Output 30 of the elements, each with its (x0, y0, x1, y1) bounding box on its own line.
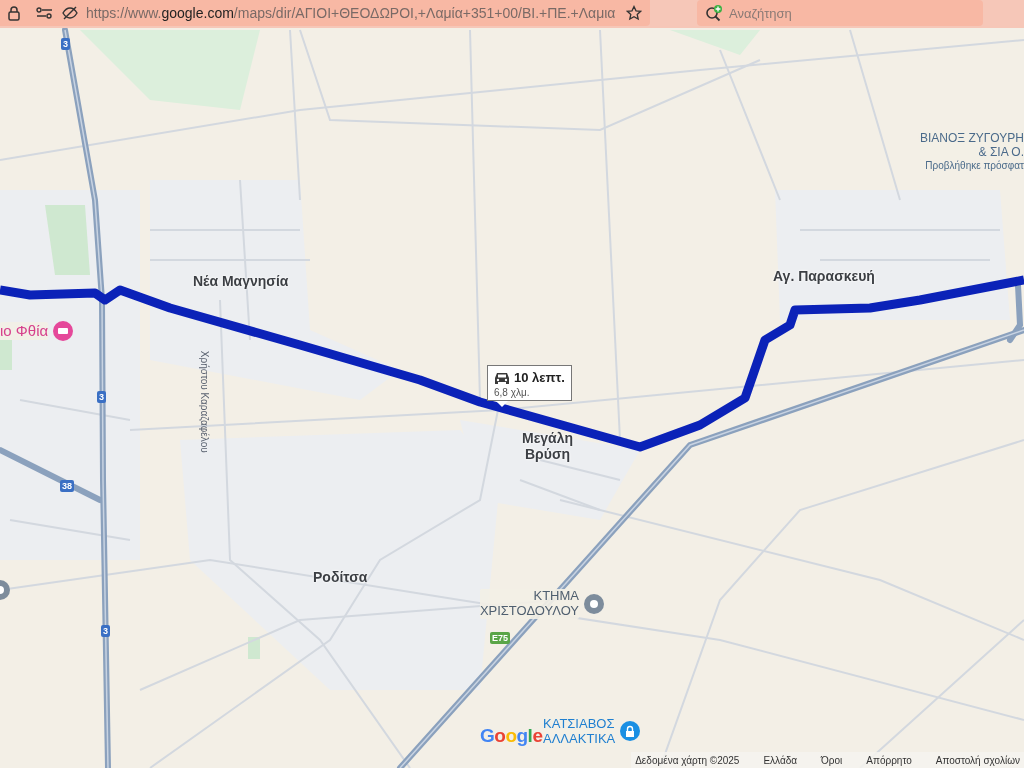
address-bar[interactable]: https://www.google.com/maps/dir/ΑΓΙΟΙ+ΘΕΟΔΩΡΟΙ,+Λαμία+351+00/ΒΙ.+ΠΕ.+Λαμια (0, 0, 650, 26)
road-shield: E75 (490, 632, 510, 644)
footer-link[interactable]: Απόρρητο (866, 752, 912, 768)
place-pin-icon[interactable] (583, 592, 605, 615)
google-logo: Google (480, 724, 543, 748)
search-field[interactable]: Αναζήτηση (697, 0, 983, 26)
place-label[interactable]: Νέα Μαγνησία (193, 273, 289, 290)
poi-note: Προβλήθηκε πρόσφατ (925, 159, 1024, 172)
route-duration: 10 λεπτ. (514, 369, 565, 387)
lock-icon (8, 5, 20, 21)
star-icon[interactable] (626, 5, 642, 21)
road-shield: 38 (60, 480, 74, 492)
route-distance: 6,8 χλμ. (494, 387, 531, 398)
car-icon (494, 370, 510, 385)
footer-link[interactable]: Όροι (821, 752, 843, 768)
road-shield: 3 (97, 391, 106, 403)
eye-off-icon[interactable] (62, 5, 78, 21)
poi-label[interactable]: ΚΤΗΜΑ ΧΡΙΣΤΟΔΟΥΛΟΥ (479, 589, 579, 619)
street-label: Χρήστου Καραζαφέλου (198, 350, 210, 453)
url-text[interactable]: https://www.google.com/maps/dir/ΑΓΙΟΙ+ΘΕΟΔΩΡΟΙ,+Λαμία+351+00/ΒΙ.+ΠΕ.+Λαμια (86, 2, 618, 24)
place-label[interactable]: Μεγάλη Βρύση (522, 430, 574, 463)
footer-link[interactable]: Αποστολή σχολίων (935, 752, 1020, 768)
sliders-icon[interactable] (36, 7, 54, 19)
place-label[interactable]: Ροδίτσα (313, 569, 368, 586)
footer-link[interactable]: Ελλάδα (763, 752, 798, 768)
road-shield: 3 (61, 38, 70, 50)
map-data-credit: Δεδομένα χάρτη ©2025 (635, 753, 740, 768)
place-label[interactable]: Αγ. Παρασκευή (773, 268, 875, 285)
road-shield: 3 (101, 625, 110, 637)
poi-label[interactable]: ιο Φθία (0, 322, 49, 340)
